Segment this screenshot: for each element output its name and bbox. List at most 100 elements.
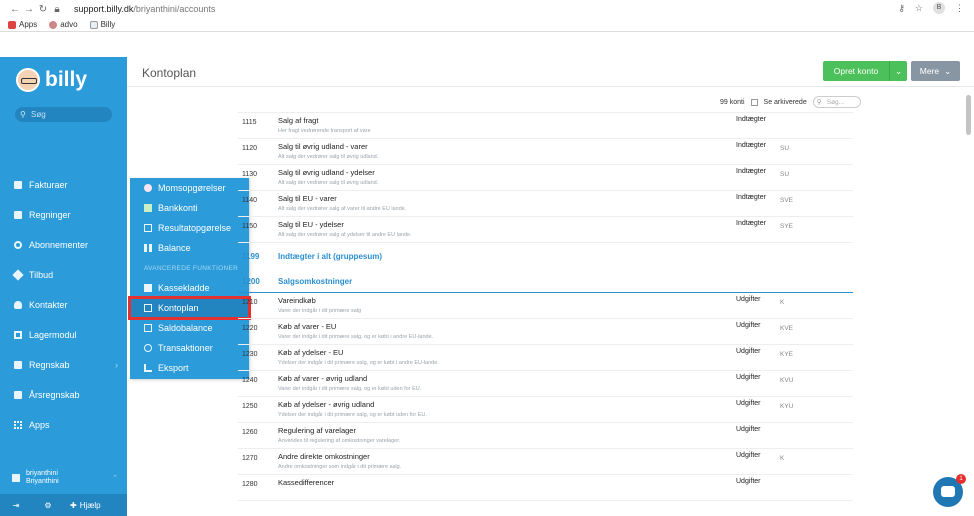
sidebar-item-abonnementer[interactable]: Abonnementer — [0, 230, 127, 260]
page-title: Kontoplan — [142, 66, 197, 80]
search-placeholder: Søg — [31, 110, 46, 119]
billy-mascot-icon — [16, 68, 40, 92]
submenu-item-transaktioner[interactable]: Transaktioner — [130, 338, 249, 358]
table-row[interactable]: 1140 Salg til EU - varer Alt salg der vedr… — [238, 191, 853, 217]
more-button[interactable]: Mere ⌄ — [911, 61, 960, 81]
page-scrollbar[interactable] — [966, 95, 971, 135]
account-name: Køb af varer - EU — [278, 322, 337, 331]
sidebar-item-aarsregnskab[interactable]: Årsregnskab — [0, 380, 127, 410]
table-row[interactable]: 1115 Salg af fragt Her fragt vedrørende tr… — [238, 113, 853, 139]
report-icon — [144, 224, 152, 232]
submenu-item-eksport[interactable]: Eksport — [130, 358, 249, 378]
sidebar-footer: ⇥ ⚙ ✚ Hjælp — [0, 494, 127, 516]
sidebar-search-input[interactable]: ⚲ Søg — [15, 107, 112, 122]
table-row[interactable]: 1260 Regulering af varelager Anvendes til … — [238, 423, 853, 449]
create-account-label: Opret konto — [833, 66, 879, 76]
table-row[interactable]: 1220 Køb af varer - EU Varer der indgår i … — [238, 319, 853, 345]
sidebar-item-tilbud[interactable]: Tilbud — [0, 260, 127, 290]
sidebar-item-apps[interactable]: Apps — [0, 410, 127, 440]
forward-icon[interactable]: → — [22, 4, 36, 15]
more-label: Mere — [919, 66, 940, 76]
organization-icon — [12, 474, 20, 482]
submenu-item-resultatopgoerelse[interactable]: Resultatopgørelse — [130, 218, 249, 238]
bookmarks-bar: Apps advo Billy — [0, 18, 974, 32]
vat-code: SU — [780, 145, 790, 152]
invoice-icon — [14, 181, 22, 189]
reload-icon[interactable]: ↻ — [36, 4, 50, 15]
account-name: Kassedifferencer — [278, 478, 335, 487]
billy-logo[interactable]: billy — [16, 68, 87, 92]
table-row[interactable]: 1250 Køb af ydelser - øvrig udland Ydelser… — [238, 397, 853, 423]
account-description: Varer der indgår i dit primære salg — [278, 308, 362, 314]
star-icon[interactable]: ☆ — [915, 3, 923, 14]
account-description: Alt salg der vedrører salg af ydelser ti… — [278, 232, 412, 238]
sidebar-item-regnskab[interactable]: Regnskab › — [0, 350, 127, 380]
help-label: Hjælp — [79, 500, 101, 510]
account-name: Salg til øvrig udland - varer — [278, 142, 368, 151]
user-switcher[interactable]: briyanthini Briyanthini ⌃ — [0, 467, 127, 489]
chevron-up-icon: ⌃ — [112, 475, 118, 482]
account-description: Her fragt vedrørende transport af vare — [278, 128, 371, 134]
table-row[interactable]: 1150 Salg til EU - ydelser Alt salg der ve… — [238, 217, 853, 243]
sidebar-item-label: Tilbud — [29, 270, 54, 280]
account-number: 1140 — [242, 197, 258, 204]
accounts-table: 1115 Salg af fragt Her fragt vedrørende tr… — [238, 104, 853, 501]
account-description: Alt salg der vedrører salg til øvrig udl… — [278, 180, 379, 186]
table-row[interactable]: 1130 Salg til øvrig udland - ydelser Alt s… — [238, 165, 853, 191]
account-description: Andre omkostninger som indgår i dit prim… — [278, 464, 402, 470]
table-row[interactable]: 1270 Andre direkte omkostninger Andre omko… — [238, 449, 853, 475]
table-row-partial — [238, 104, 853, 113]
transactions-icon — [144, 344, 152, 352]
sidebar-item-lagermodul[interactable]: Lagermodul — [0, 320, 127, 350]
table-row[interactable]: 1120 Salg til øvrig udland - varer Alt sal… — [238, 139, 853, 165]
vat-code: KVE — [780, 325, 794, 332]
vat-code: K — [780, 299, 785, 306]
submenu-item-momsopgoerelser[interactable]: Momsopgørelser — [130, 178, 249, 198]
submenu-item-label: Resultatopgørelse — [158, 223, 232, 233]
sidebar-item-label: Regnskab — [29, 360, 70, 370]
bookmark-billy[interactable]: Billy — [89, 20, 115, 29]
submenu-item-bankkonti[interactable]: Bankkonti — [130, 198, 249, 218]
submenu-item-balance[interactable]: Balance — [130, 238, 249, 258]
bookmark-apps[interactable]: Apps — [8, 20, 37, 29]
sidebar-item-kontakter[interactable]: Kontakter — [0, 290, 127, 320]
account-number: 1120 — [242, 145, 258, 152]
table-row[interactable]: 1230 Køb af ydelser - EU Ydelser der indgå… — [238, 345, 853, 371]
logout-icon[interactable]: ⇥ — [0, 501, 32, 510]
vat-code: K — [780, 455, 785, 462]
back-icon[interactable]: ← — [8, 4, 22, 15]
table-row[interactable]: 1280 Kassedifferencer Udgifter — [238, 475, 853, 501]
vat-code: KYE — [780, 351, 794, 358]
create-account-button[interactable]: Opret konto ⌄ — [823, 61, 907, 81]
address-bar[interactable]: support.billy.dk/briyanthini/accounts — [74, 4, 215, 14]
profile-avatar[interactable]: B — [933, 2, 945, 14]
group-number: 1200 — [242, 277, 260, 286]
gear-icon[interactable]: ⚙ — [32, 501, 64, 510]
submenu-item-saldobalance[interactable]: Saldobalance — [130, 318, 249, 338]
table-row[interactable]: 1210 Vareindkøb Varer der indgår i dit pri… — [238, 293, 853, 319]
group-header-row[interactable]: 1200 Salgsomkostninger — [238, 268, 853, 293]
chevron-down-icon[interactable]: ⌄ — [889, 61, 907, 81]
submenu-item-label: Kontoplan — [158, 303, 199, 313]
account-type: Udgifter — [736, 374, 761, 381]
group-sum-row[interactable]: 1199 Indtægter i alt (gruppesum) — [238, 243, 853, 268]
account-description: Alt salg der vedrører salg til øvrig udl… — [278, 154, 379, 160]
submenu-item-kontoplan[interactable]: Kontoplan — [128, 296, 251, 320]
table-row[interactable]: 1240 Køb af varer - øvrig udland Varer der… — [238, 371, 853, 397]
key-icon[interactable]: ⚷ — [898, 3, 905, 14]
sidebar-item-regninger[interactable]: Regninger — [0, 200, 127, 230]
logo-text: billy — [45, 68, 88, 91]
journal-icon — [144, 284, 152, 292]
account-number: 1230 — [242, 351, 258, 358]
submenu-section-heading: AVANCEREDE FUNKTIONER — [144, 264, 239, 272]
account-number: 1260 — [242, 429, 258, 436]
apps-icon — [14, 421, 22, 429]
account-description: Anvendes til regulering af omkostninger … — [278, 438, 401, 444]
bookmark-advo[interactable]: advo — [49, 20, 78, 29]
bookmark-label: Apps — [19, 20, 38, 29]
help-button[interactable]: ✚ Hjælp — [64, 501, 101, 510]
sidebar-item-fakturaer[interactable]: Fakturaer — [0, 170, 127, 200]
submenu-item-kassekladde[interactable]: Kassekladde — [130, 278, 249, 298]
menu-icon[interactable]: ⋮ — [955, 3, 964, 14]
account-description: Ydelser der indgår i dit primære salg, o… — [278, 412, 427, 418]
